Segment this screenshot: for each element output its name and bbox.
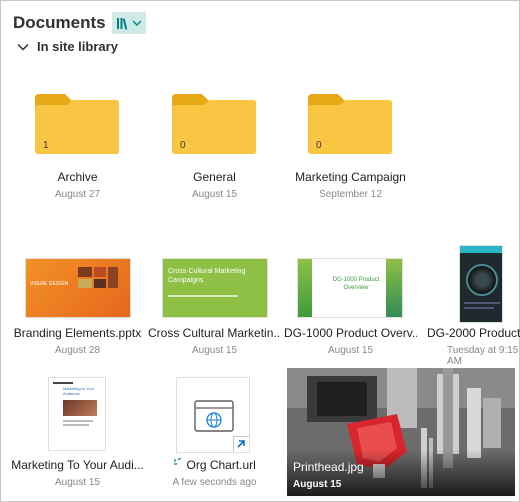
file-thumbnail[interactable] xyxy=(176,377,250,453)
folder-general[interactable]: 0 xyxy=(172,94,256,159)
file-name[interactable]: Branding Elements.pptx xyxy=(11,326,144,340)
page-title: Documents xyxy=(13,13,106,32)
folder-archive-label: Archive August 27 xyxy=(11,170,144,200)
library-header: Documents xyxy=(13,11,146,35)
file-thumbnail[interactable]: Cross-Cultural Marketing Campaigns xyxy=(162,258,268,318)
file-date: August 28 xyxy=(54,345,101,356)
file-org-chart: Org Chart.url A few seconds ago xyxy=(148,458,281,488)
item-count: 1 xyxy=(43,140,49,151)
file-thumbnail[interactable]: DG-1000 Product Overview xyxy=(297,258,403,318)
folder-date: September 12 xyxy=(319,189,382,200)
file-dg-1000-product-overview: DG-1000 Product Overv... August 15 xyxy=(284,326,417,356)
file-thumbnail[interactable]: Marketing to Your Audience xyxy=(48,377,106,451)
folder-date: August 15 xyxy=(191,189,238,200)
file-date: August 15 xyxy=(293,479,342,490)
web-link-icon xyxy=(194,400,234,432)
file-name[interactable]: Org Chart.url xyxy=(148,458,281,472)
chevron-down-icon xyxy=(132,20,142,26)
file-thumbnail[interactable] xyxy=(459,245,503,323)
item-count: 0 xyxy=(180,140,186,151)
section-toggle[interactable]: In site library xyxy=(17,39,118,54)
file-name[interactable]: Printhead.jpg xyxy=(293,460,364,474)
file-date: A few seconds ago xyxy=(172,477,257,488)
file-branding-elements: Branding Elements.pptx August 28 xyxy=(11,326,144,356)
thumbnail-text: DG-1000 Product Overview xyxy=(332,277,380,291)
library-view-icon xyxy=(116,17,127,30)
section-label: In site library xyxy=(37,39,118,54)
file-thumbnail-photo[interactable]: Printhead.jpg August 15 xyxy=(287,368,515,496)
file-date: Tuesday at 9:15 AM xyxy=(447,345,519,367)
shortcut-arrow-icon xyxy=(233,436,249,452)
file-name[interactable]: DG-2000 Product Ov xyxy=(427,326,520,340)
thumbnail-text: Marketing to Your Audience xyxy=(63,386,95,396)
new-item-icon xyxy=(174,458,182,465)
thumbnail-text: Cross-Cultural Marketing Campaigns xyxy=(168,268,246,284)
folder-name[interactable]: Archive xyxy=(11,170,144,184)
file-name[interactable]: DG-1000 Product Overv... xyxy=(284,326,417,340)
folder-marketing-campaign-label: Marketing Campaign September 12 xyxy=(284,170,417,200)
file-name[interactable]: Marketing To Your Audi... xyxy=(11,458,144,472)
file-marketing-to-your-audience: Marketing To Your Audi... August 15 xyxy=(11,458,144,488)
item-count: 0 xyxy=(316,140,322,151)
file-name[interactable]: Cross Cultural Marketin... xyxy=(148,326,281,340)
file-dg-2000-product-overview: DG-2000 Product Ov Tuesday at 9:15 AM xyxy=(427,326,520,367)
folder-name[interactable]: Marketing Campaign xyxy=(284,170,417,184)
file-date: August 15 xyxy=(327,345,374,356)
thumbnail-text: VISUAL DESIGN xyxy=(30,281,69,287)
file-date: August 15 xyxy=(54,477,101,488)
folder-name[interactable]: General xyxy=(148,170,281,184)
file-thumbnail[interactable]: VISUAL DESIGN xyxy=(25,258,131,318)
document-library: Documents In site library 1 Archive Augu… xyxy=(0,0,520,502)
folder-date: August 27 xyxy=(54,189,101,200)
file-cross-cultural-marketing: Cross Cultural Marketin... August 15 xyxy=(148,326,281,356)
chevron-down-icon xyxy=(17,43,29,51)
folder-archive[interactable]: 1 xyxy=(35,94,119,159)
view-options-button[interactable] xyxy=(111,12,146,34)
folder-general-label: General August 15 xyxy=(148,170,281,200)
file-date: August 15 xyxy=(191,345,238,356)
folder-marketing-campaign[interactable]: 0 xyxy=(308,94,392,159)
